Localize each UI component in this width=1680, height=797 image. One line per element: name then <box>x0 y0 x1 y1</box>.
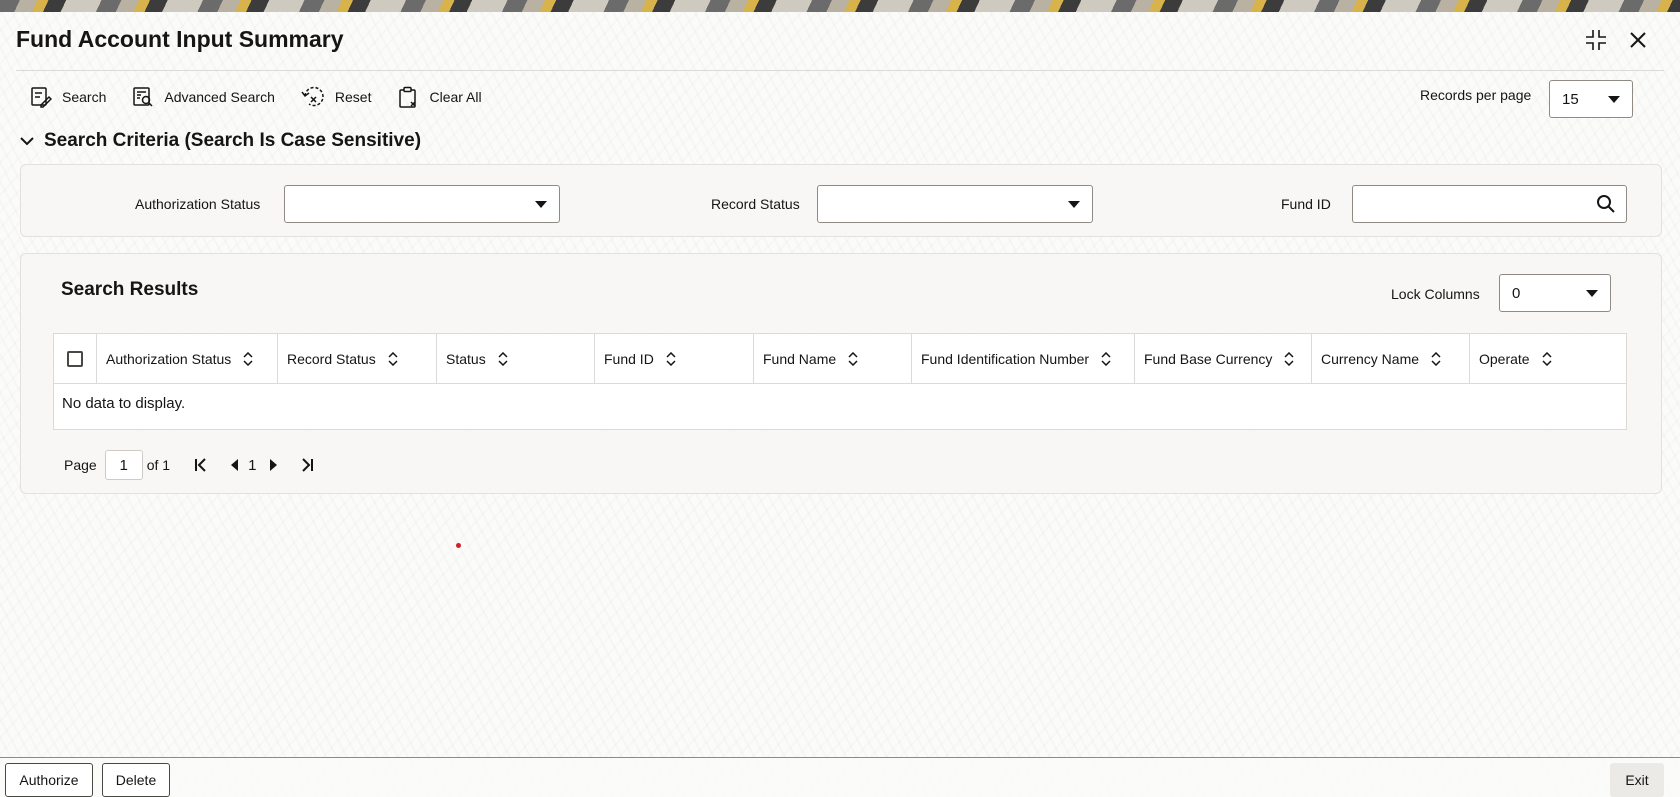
select-all-checkbox[interactable] <box>67 350 83 367</box>
search-criteria-toggle[interactable]: Search Criteria (Search Is Case Sensitiv… <box>20 130 421 152</box>
page-number-input[interactable]: 1 <box>104 450 143 480</box>
title-divider <box>16 70 1664 71</box>
records-per-page-select[interactable]: 15 <box>1549 80 1633 118</box>
clear-all-button[interactable]: Clear All <box>397 84 482 110</box>
sort-icon[interactable] <box>498 351 508 366</box>
column-header-status[interactable]: Status <box>437 334 595 383</box>
search-criteria-heading: Search Criteria (Search Is Case Sensitiv… <box>44 130 422 151</box>
authorization-status-select[interactable] <box>284 185 560 223</box>
column-header-fund-base-currency[interactable]: Fund Base Currency <box>1135 334 1312 383</box>
chevron-down-icon <box>1068 200 1080 208</box>
column-header-fund-identification-number[interactable]: Fund Identification Number <box>912 334 1135 383</box>
column-header-record-status[interactable]: Record Status <box>278 334 437 383</box>
select-all-cell <box>54 334 97 383</box>
reset-button[interactable]: Reset <box>301 84 372 110</box>
sort-icon[interactable] <box>388 351 398 366</box>
chevron-down-icon <box>1586 289 1598 297</box>
authorize-button[interactable]: Authorize <box>5 763 93 797</box>
delete-button-label: Delete <box>115 772 157 788</box>
record-status-label: Record Status <box>711 196 800 212</box>
search-icon[interactable] <box>1596 194 1616 214</box>
column-header-label: Fund Name <box>763 350 837 367</box>
search-button-label: Search <box>62 89 107 105</box>
column-header-label: Currency Name <box>1321 350 1420 367</box>
column-header-label: Fund Identification Number <box>921 350 1090 367</box>
reset-button-label: Reset <box>334 89 372 105</box>
fund-id-field[interactable] <box>1352 185 1627 223</box>
column-header-currency-name[interactable]: Currency Name <box>1312 334 1470 383</box>
column-header-fund-name[interactable]: Fund Name <box>754 334 912 383</box>
column-header-fund-id[interactable]: Fund ID <box>595 334 754 383</box>
pagination-bar: Page 1 of 1 1 <box>64 450 314 480</box>
fund-id-label: Fund ID <box>1281 196 1331 212</box>
previous-page-icon[interactable] <box>230 459 240 471</box>
reset-icon <box>301 86 324 107</box>
search-form-icon <box>31 87 52 108</box>
column-header-label: Operate <box>1479 350 1530 367</box>
last-page-icon[interactable] <box>300 458 314 472</box>
chevron-down-icon <box>1608 95 1620 103</box>
search-results-heading: Search Results <box>61 279 199 300</box>
first-page-icon[interactable] <box>194 458 208 472</box>
page-number-input-value: 1 <box>119 456 128 474</box>
current-page-number: 1 <box>248 456 257 474</box>
footer-bar: Authorize Delete Exit <box>0 757 1680 797</box>
exit-button-label: Exit <box>1625 772 1649 788</box>
lock-columns-label: Lock Columns <box>1391 286 1480 302</box>
column-header-operate[interactable]: Operate <box>1470 334 1626 383</box>
maximize-icon[interactable] <box>1584 28 1608 52</box>
search-button[interactable]: Search <box>30 84 106 110</box>
close-icon[interactable] <box>1626 28 1650 52</box>
records-per-page-value: 15 <box>1562 90 1579 108</box>
column-header-label: Fund ID <box>604 350 654 367</box>
lock-columns-value: 0 <box>1512 284 1521 302</box>
authorization-status-label: Authorization Status <box>135 196 261 212</box>
results-table: Authorization Status Record Status Statu… <box>53 333 1627 430</box>
clipboard-icon <box>399 86 417 108</box>
authorize-button-label: Authorize <box>19 772 79 788</box>
toolbar: Search Advanced Search Reset Clear All <box>30 84 508 110</box>
clear-all-button-label: Clear All <box>429 89 482 105</box>
page-title: Fund Account Input Summary <box>16 26 344 52</box>
column-header-label: Fund Base Currency <box>1144 350 1273 367</box>
lock-columns-select[interactable]: 0 <box>1499 274 1611 312</box>
column-header-label: Authorization Status <box>106 350 232 367</box>
sort-icon[interactable] <box>1284 351 1294 366</box>
table-header-row: Authorization Status Record Status Statu… <box>54 334 1626 384</box>
chevron-down-icon <box>535 200 547 208</box>
cursor-marker-dot <box>456 543 461 548</box>
advanced-search-icon <box>133 87 153 107</box>
sort-icon[interactable] <box>666 351 676 366</box>
advanced-search-button[interactable]: Advanced Search <box>132 84 275 110</box>
delete-button[interactable]: Delete <box>102 763 170 797</box>
page-count-label: of 1 <box>146 457 171 473</box>
empty-table-message: No data to display. <box>62 395 186 412</box>
sort-icon[interactable] <box>1542 351 1552 366</box>
page-label: Page <box>64 457 97 473</box>
exit-button[interactable]: Exit <box>1610 763 1664 797</box>
sort-icon[interactable] <box>243 351 253 366</box>
chevron-down-icon <box>20 137 34 146</box>
window-controls <box>1584 28 1650 52</box>
sort-icon[interactable] <box>1101 351 1111 366</box>
records-per-page-label: Records per page <box>1420 87 1532 103</box>
record-status-select[interactable] <box>817 185 1093 223</box>
header-banner-strip <box>0 0 1680 12</box>
sort-icon[interactable] <box>848 351 858 366</box>
advanced-search-button-label: Advanced Search <box>164 89 275 105</box>
next-page-icon[interactable] <box>268 459 278 471</box>
search-criteria-panel: Authorization Status Record Status Fund … <box>20 164 1662 237</box>
sort-icon[interactable] <box>1431 351 1441 366</box>
column-header-label: Status <box>446 350 486 367</box>
column-header-authorization-status[interactable]: Authorization Status <box>97 334 278 383</box>
column-header-label: Record Status <box>287 350 376 367</box>
